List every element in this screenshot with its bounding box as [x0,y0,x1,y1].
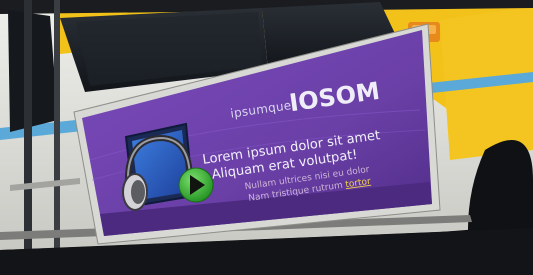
bus-scene: ipsumque IOSOM Lorem ipsum dolor sit ame… [0,0,533,275]
bus-door-window [8,10,58,132]
door-frame-left [24,0,32,250]
door-frame-right [54,0,60,250]
play-icon [178,167,214,203]
bus-illustration: ipsumque IOSOM Lorem ipsum dolor sit ame… [0,0,533,275]
